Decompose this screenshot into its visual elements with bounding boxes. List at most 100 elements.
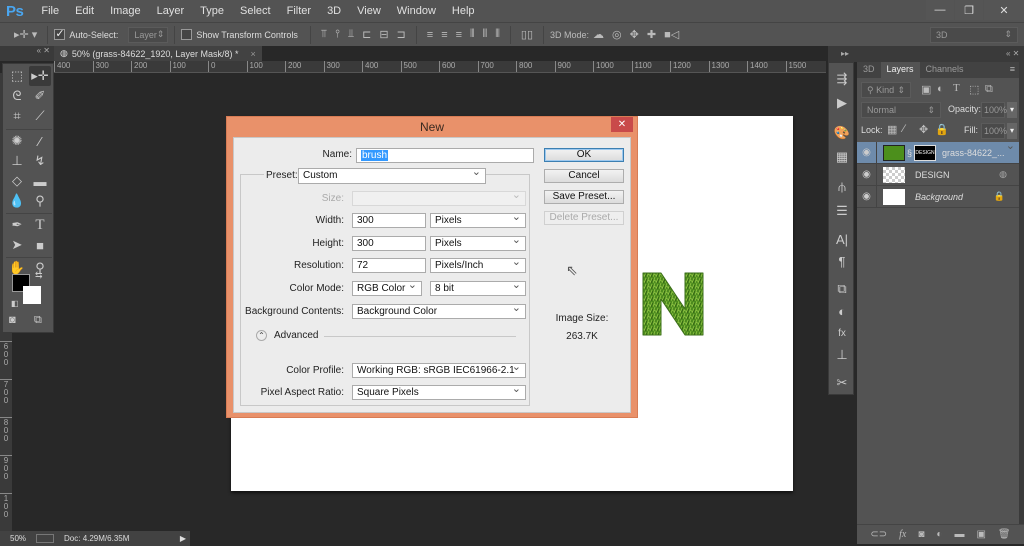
layer-row[interactable]: ◉ Background 🔒 [857, 185, 1019, 208]
layer-name[interactable]: DESIGN [915, 170, 950, 180]
resolution-unit-dropdown[interactable]: Pixels/Inch [430, 258, 526, 273]
rectangular-marquee-tool[interactable]: ⬚ [6, 66, 28, 86]
width-unit-dropdown[interactable]: Pixels [430, 213, 526, 228]
layer-comps-icon[interactable]: ⊥ [832, 345, 852, 365]
cancel-button[interactable]: Cancel [544, 169, 624, 183]
filter-pixel-icon[interactable]: ▣ [921, 83, 931, 96]
expand-icon[interactable]: ▸▸ [841, 49, 849, 58]
lock-pixels-icon[interactable]: ∕ [903, 123, 905, 135]
blend-mode-dropdown[interactable]: Normal ⇕ [861, 102, 941, 118]
color-mode-dropdown[interactable]: RGB Color [352, 281, 422, 296]
lock-transparent-icon[interactable]: ▦ [887, 123, 897, 136]
layer-name[interactable]: Background [915, 192, 963, 202]
pen-tool[interactable]: ✒ [6, 215, 28, 235]
swatches-icon[interactable]: 🎨 [832, 123, 852, 143]
visibility-eye-icon[interactable]: ◉ [857, 163, 877, 186]
distribute-top-icon[interactable]: ≡ [427, 29, 433, 41]
adjustment-layer-icon[interactable]: ◐ [936, 529, 942, 540]
grid-icon[interactable]: ▦ [832, 147, 852, 167]
rectangle-tool[interactable]: ■ [29, 235, 51, 255]
distribute-hcenter-icon[interactable]: ⫴ [483, 28, 488, 41]
filter-kind-dropdown[interactable]: ⚲ Kind ⇕ [861, 82, 911, 98]
menu-edit[interactable]: Edit [67, 5, 102, 17]
filter-type-icon[interactable]: T [953, 82, 960, 94]
name-input[interactable]: brush [356, 148, 534, 163]
preset-dropdown[interactable]: Custom [298, 168, 486, 184]
screen-mode-icon[interactable]: ⧉ [34, 314, 42, 327]
lock-position-icon[interactable]: ✥ [919, 123, 928, 136]
brush-settings-icon[interactable]: ☰ [832, 201, 852, 221]
zoom-level[interactable]: 50% [0, 534, 36, 543]
add-mask-icon[interactable]: ◙ [918, 529, 924, 540]
paragraph-icon[interactable]: ¶ [832, 251, 852, 271]
filter-shape-icon[interactable]: ⬚ [969, 83, 979, 96]
distribute-bottom-icon[interactable]: ≡ [456, 29, 462, 41]
filter-adjustment-icon[interactable]: ◐ [937, 83, 944, 95]
link-layers-icon[interactable]: ⊂⊃ [870, 529, 887, 540]
advanced-label[interactable]: Advanced [274, 330, 318, 341]
panel-menu-icon[interactable]: ≡ [1006, 62, 1019, 78]
distribute-left-icon[interactable]: ⫴ [470, 28, 475, 41]
menu-select[interactable]: Select [232, 5, 279, 17]
quick-selection-tool[interactable]: ✐ [29, 86, 51, 106]
align-top-icon[interactable]: ⫪ [321, 28, 327, 41]
restore-button[interactable]: ❐ [955, 0, 983, 20]
lock-all-icon[interactable]: 🔒 [935, 123, 949, 136]
spot-healing-tool[interactable]: ✺ [6, 131, 28, 151]
3d-scale-icon[interactable]: ■◁ [664, 28, 679, 41]
3d-roll-icon[interactable]: ◎ [612, 28, 622, 41]
new-layer-icon[interactable]: ▣ [976, 529, 985, 540]
blur-tool[interactable]: 💧 [6, 191, 28, 211]
visibility-eye-icon[interactable]: ◉ [857, 141, 877, 164]
workspace-dropdown[interactable]: 3D ⇕ [930, 26, 1018, 43]
clone-stamp-tool[interactable]: ⊥ [6, 151, 28, 171]
opacity-input[interactable]: 100% [981, 102, 1007, 118]
move-tool-preset-icon[interactable]: ▸✛ ▾ [14, 28, 37, 41]
history-icon[interactable]: ⇶ [832, 69, 852, 89]
visibility-eye-icon[interactable]: ◉ [857, 185, 877, 208]
fill-input[interactable]: 100% [981, 123, 1007, 139]
close-window-button[interactable]: ✕ [984, 0, 1024, 20]
layers-scrollbar[interactable] [1019, 62, 1024, 524]
gradient-tool[interactable]: ▬ [29, 171, 51, 191]
dodge-tool[interactable]: ⚲ [29, 191, 51, 211]
align-vcenter-icon[interactable]: ⫯ [335, 28, 340, 41]
layer-effects-icon[interactable]: ◍ [999, 169, 1007, 180]
close-tab-icon[interactable]: × [250, 49, 255, 59]
layer-name[interactable]: grass-84622_... [942, 148, 1005, 158]
link-icon[interactable]: § [907, 148, 912, 158]
layer-mask-thumbnail[interactable]: DESIGN [914, 144, 937, 161]
fill-slider-button[interactable]: ▾ [1007, 123, 1017, 139]
tab-channels[interactable]: Channels [920, 62, 970, 78]
eraser-tool[interactable]: ◇ [6, 171, 28, 191]
fx-icon[interactable]: fx [899, 529, 906, 540]
menu-view[interactable]: View [349, 5, 389, 17]
width-input[interactable]: 300 [352, 213, 426, 228]
distribute-vcenter-icon[interactable]: ≡ [441, 29, 447, 41]
height-unit-dropdown[interactable]: Pixels [430, 236, 526, 251]
background-contents-dropdown[interactable]: Background Color [352, 304, 526, 319]
delete-layer-icon[interactable]: 🗑 [998, 529, 1011, 540]
crop-tool[interactable]: ⌗ [6, 106, 28, 126]
tab-layers[interactable]: Layers [880, 62, 920, 78]
menu-filter[interactable]: Filter [279, 5, 319, 17]
height-input[interactable]: 300 [352, 236, 426, 251]
new-group-icon[interactable]: ▬ [954, 529, 964, 540]
distribute-right-icon[interactable]: ⫴ [495, 28, 500, 41]
ok-button[interactable]: OK [544, 148, 624, 162]
3d-slide-icon[interactable]: ✚ [647, 28, 656, 41]
auto-select-checkbox[interactable] [54, 27, 66, 40]
brush-presets-icon[interactable]: ⫛ [832, 177, 852, 197]
menu-3d[interactable]: 3D [319, 5, 349, 17]
bit-depth-dropdown[interactable]: 8 bit [430, 281, 526, 296]
move-tool[interactable]: ▸✛ [29, 66, 51, 86]
3d-drag-icon[interactable]: ✥ [630, 28, 639, 41]
panel-collapse-icon[interactable]: « ✕ [1006, 49, 1019, 58]
fx-icon[interactable]: fx [832, 323, 852, 343]
actions-icon[interactable]: ▶ [832, 93, 852, 113]
brush-tool[interactable]: ∕ [29, 131, 51, 151]
opacity-slider-button[interactable]: ▾ [1007, 102, 1017, 118]
styles-icon[interactable]: ◐ [832, 301, 852, 321]
menu-layer[interactable]: Layer [149, 5, 193, 17]
resolution-input[interactable]: 72 [352, 258, 426, 273]
